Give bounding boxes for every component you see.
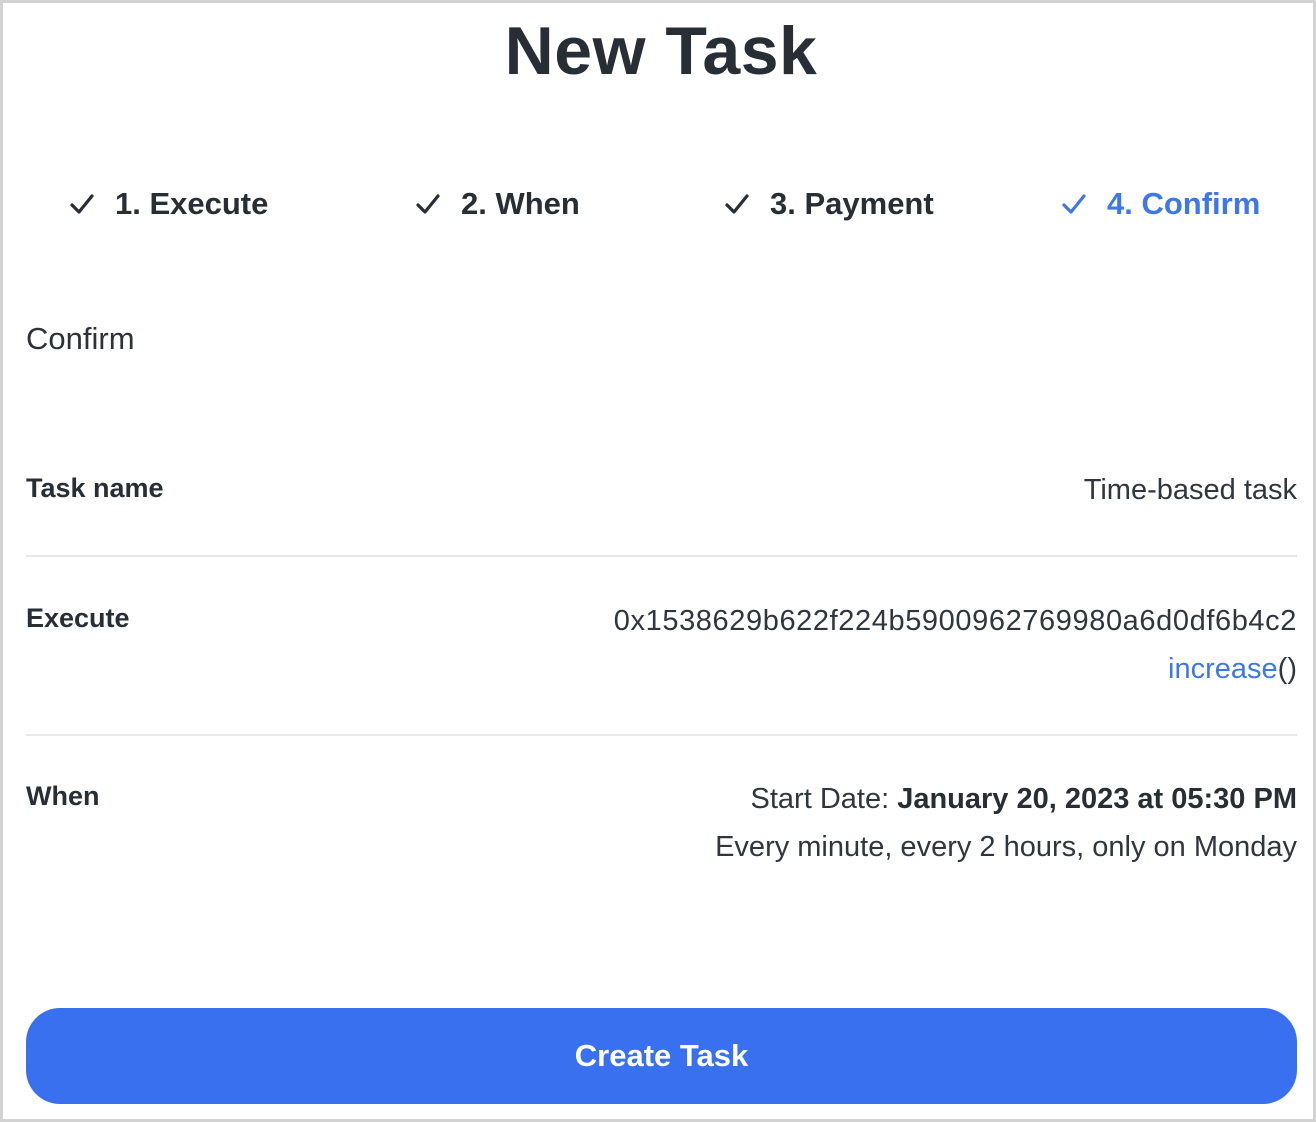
when-value: Start Date: January 20, 2023 at 05:30 PM… <box>715 775 1297 871</box>
function-parens: () <box>1277 653 1297 685</box>
start-date-value: January 20, 2023 at 05:30 PM <box>897 783 1297 815</box>
stepper: 1. Execute 2. When 3. Payment 4. Confirm <box>3 183 1316 227</box>
detail-row-task-name: Task name Time-based task <box>26 470 1297 530</box>
step-execute[interactable]: 1. Execute <box>67 183 268 225</box>
start-date-line: Start Date: January 20, 2023 at 05:30 PM <box>715 775 1297 823</box>
check-icon <box>1059 189 1089 219</box>
check-icon <box>67 189 97 219</box>
contract-address: 0x1538629b622f224b5900962769980a6d0df6b4… <box>613 605 1297 637</box>
new-task-panel: New Task 1. Execute 2. When 3. Payment 4… <box>0 0 1316 1122</box>
step-label: 3. Payment <box>770 186 934 221</box>
task-name-label: Task name <box>26 473 164 503</box>
execute-value: 0x1538629b622f224b5900962769980a6d0df6b4… <box>614 597 1297 693</box>
create-task-button[interactable]: Create Task <box>26 1008 1297 1104</box>
step-confirm[interactable]: 4. Confirm <box>1059 183 1260 225</box>
step-label: 2. When <box>461 186 580 221</box>
divider <box>26 734 1297 736</box>
function-call: increase() <box>614 645 1297 693</box>
step-label: 4. Confirm <box>1107 186 1261 221</box>
page-title: New Task <box>504 13 818 89</box>
check-icon <box>413 189 443 219</box>
detail-row-execute: Execute 0x1538629b622f224b5900962769980a… <box>26 600 1297 700</box>
schedule-text: Every minute, every 2 hours, only on Mon… <box>715 831 1297 863</box>
when-label: When <box>26 781 100 811</box>
step-payment[interactable]: 3. Payment <box>722 183 934 225</box>
task-name-value: Time-based task <box>1083 474 1297 506</box>
detail-row-when: When Start Date: January 20, 2023 at 05:… <box>26 778 1297 888</box>
divider <box>26 555 1297 557</box>
start-date-prefix: Start Date: <box>750 783 898 815</box>
check-icon <box>722 189 752 219</box>
function-link[interactable]: increase <box>1168 653 1278 685</box>
step-when[interactable]: 2. When <box>413 183 580 225</box>
step-label: 1. Execute <box>115 186 269 221</box>
execute-label: Execute <box>26 603 130 633</box>
section-heading: Confirm <box>26 321 135 356</box>
